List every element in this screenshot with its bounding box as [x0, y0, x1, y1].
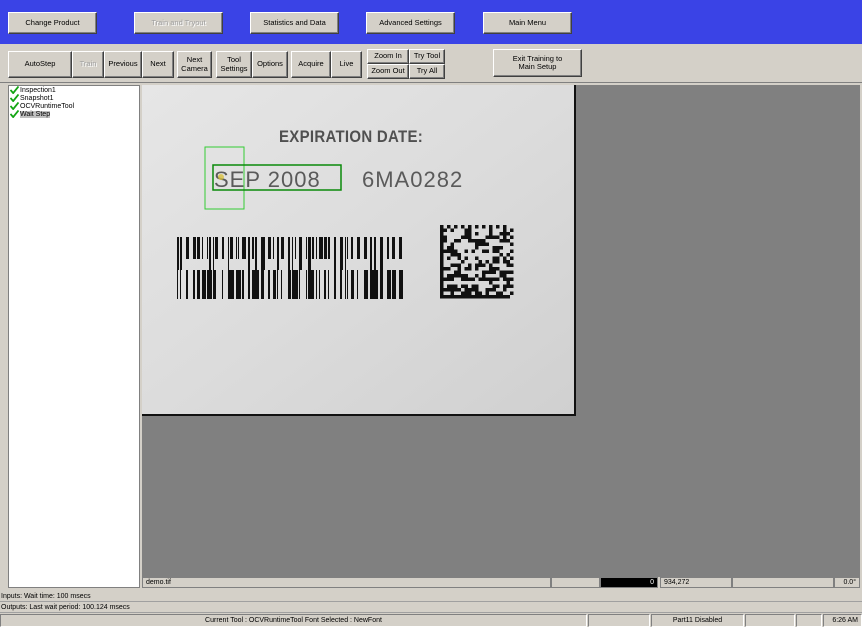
- coords-field: 934,272: [660, 577, 732, 588]
- train-and-tryout-button[interactable]: Train and Tryout: [134, 12, 223, 34]
- status-segment: [588, 614, 650, 627]
- toolbar: AutoStep Train Previous Next Next Camera…: [0, 44, 862, 83]
- lot-text: 6MA0282: [362, 167, 463, 192]
- status-segment: [732, 577, 834, 588]
- statistics-and-data-button[interactable]: Statistics and Data: [250, 12, 339, 34]
- options-button[interactable]: Options: [252, 51, 288, 78]
- train-button[interactable]: Train: [72, 51, 104, 78]
- camera-image: EXPIRATION DATE: SEP 2008 6MA0282: [142, 85, 576, 416]
- outputs-message: Outputs: Last wait period: 100.124 msecs: [0, 603, 862, 613]
- filename-field: demo.tif: [142, 577, 551, 588]
- step-tree: Inspection1 Snapshot1 OCVRuntimeTool Wai…: [8, 85, 140, 588]
- camera-image-canvas[interactable]: EXPIRATION DATE: SEP 2008 6MA0282: [142, 85, 860, 577]
- viewer-status-strip: demo.tif 0 934,272 0.0°: [142, 577, 860, 588]
- angle-field: 0.0°: [834, 577, 860, 588]
- next-camera-button[interactable]: Next Camera: [177, 51, 212, 78]
- try-all-button[interactable]: Try All: [409, 64, 445, 79]
- status-segment: [551, 577, 600, 588]
- tree-item-inspection1[interactable]: Inspection1: [9, 86, 139, 94]
- date-text: SEP 2008: [214, 167, 321, 192]
- advanced-settings-button[interactable]: Advanced Settings: [366, 12, 455, 34]
- tree-item-label: Snapshot1: [20, 94, 54, 102]
- tree-item-snapshot1[interactable]: Snapshot1: [9, 94, 139, 102]
- zoom-out-button[interactable]: Zoom Out: [367, 64, 409, 79]
- expiration-label: EXPIRATION DATE:: [279, 129, 423, 147]
- current-tool-status: Current Tool : OCVRuntimeTool Font Selec…: [0, 614, 587, 627]
- tool-settings-button[interactable]: Tool Settings: [216, 51, 252, 78]
- zoom-in-button[interactable]: Zoom In: [367, 49, 409, 64]
- tree-item-wait-step[interactable]: Wait Step: [9, 110, 139, 118]
- tree-item-label: OCVRuntimeTool: [20, 102, 75, 110]
- change-product-button[interactable]: Change Product: [8, 12, 97, 34]
- autostep-button[interactable]: AutoStep: [8, 51, 72, 78]
- status-segment: [745, 614, 795, 627]
- previous-button[interactable]: Previous: [104, 51, 142, 78]
- check-icon: [10, 102, 19, 110]
- tree-item-label: Inspection1: [20, 86, 56, 94]
- pixel-value-field: 0: [600, 577, 658, 588]
- next-button[interactable]: Next: [142, 51, 174, 78]
- try-tool-button[interactable]: Try Tool: [409, 49, 445, 64]
- check-icon: [10, 110, 19, 118]
- check-icon: [10, 86, 19, 94]
- status-segment: [796, 614, 822, 627]
- exit-training-button[interactable]: Exit Training to Main Setup: [493, 49, 582, 77]
- clock: 6:26 AM: [823, 614, 862, 627]
- acquire-button[interactable]: Acquire: [291, 51, 331, 78]
- main-menu-button[interactable]: Main Menu: [483, 12, 572, 34]
- inputs-message: Inputs: Wait time: 100 msecs: [0, 592, 862, 602]
- roi-handle[interactable]: [218, 174, 224, 180]
- image-viewer[interactable]: EXPIRATION DATE: SEP 2008 6MA0282: [142, 85, 860, 577]
- tree-item-label: Wait Step: [20, 110, 51, 118]
- top-nav-bar: Change Product Train and Tryout Statisti…: [0, 0, 862, 44]
- check-icon: [10, 94, 19, 102]
- part11-status: Part11 Disabled: [651, 614, 744, 627]
- live-button[interactable]: Live: [331, 51, 362, 78]
- tree-item-ocvruntimetool[interactable]: OCVRuntimeTool: [9, 102, 139, 110]
- status-bar: Current Tool : OCVRuntimeTool Font Selec…: [0, 613, 862, 627]
